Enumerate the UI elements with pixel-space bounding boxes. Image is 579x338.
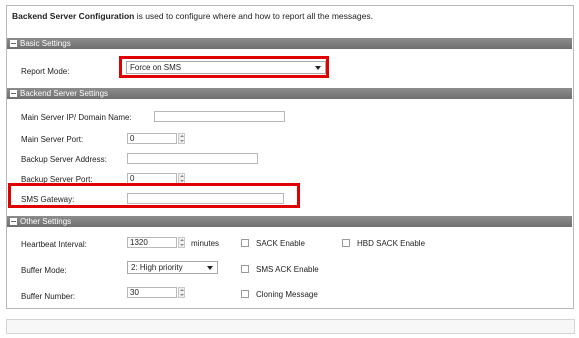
sms-gateway-input[interactable] bbox=[127, 193, 284, 204]
spinner-icon[interactable] bbox=[178, 287, 185, 298]
main-server-ip-label: Main Server IP/ Domain Name: bbox=[21, 113, 132, 122]
cloning-message-label: Cloning Message bbox=[256, 290, 318, 299]
report-mode-label: Report Mode: bbox=[21, 67, 70, 76]
section-title: Backend Server Settings bbox=[20, 89, 109, 98]
buffer-mode-label: Buffer Mode: bbox=[21, 266, 67, 275]
chevron-down-icon bbox=[207, 266, 213, 270]
buffer-number-input[interactable]: 30 bbox=[127, 287, 177, 298]
intro-title: Backend Server Configuration bbox=[12, 11, 135, 21]
heartbeat-interval-label: Heartbeat Interval: bbox=[21, 240, 87, 249]
sack-enable-label: SACK Enable bbox=[256, 239, 305, 248]
backup-server-address-input[interactable] bbox=[127, 153, 258, 164]
intro-text: Backend Server Configuration is used to … bbox=[12, 11, 373, 21]
report-mode-select[interactable]: Force on SMS bbox=[126, 61, 326, 74]
main-server-port-label: Main Server Port: bbox=[21, 135, 84, 144]
chevron-down-icon bbox=[315, 66, 321, 70]
backup-server-address-label: Backup Server Address: bbox=[21, 155, 107, 164]
buffer-mode-value: 2: High priority bbox=[131, 263, 183, 272]
cloning-message-checkbox[interactable] bbox=[241, 290, 249, 298]
sms-ack-enable-label: SMS ACK Enable bbox=[256, 265, 319, 274]
bottom-toolbar bbox=[6, 319, 575, 334]
main-server-ip-input[interactable] bbox=[154, 111, 285, 122]
section-other-settings[interactable]: Other Settings bbox=[7, 216, 572, 227]
buffer-number-label: Buffer Number: bbox=[21, 292, 76, 301]
collapse-icon[interactable] bbox=[10, 218, 17, 225]
sms-gateway-label: SMS Gateway: bbox=[21, 195, 75, 204]
section-title: Other Settings bbox=[20, 217, 72, 226]
section-backend-server-settings[interactable]: Backend Server Settings bbox=[7, 88, 572, 99]
spinner-icon[interactable] bbox=[178, 237, 185, 248]
sms-ack-enable-checkbox[interactable] bbox=[241, 265, 249, 273]
heartbeat-interval-input[interactable]: 1320 bbox=[127, 237, 177, 248]
report-mode-value: Force on SMS bbox=[130, 63, 182, 72]
collapse-icon[interactable] bbox=[10, 40, 17, 47]
main-server-port-input[interactable]: 0 bbox=[127, 133, 177, 144]
spinner-icon[interactable] bbox=[178, 133, 185, 144]
heartbeat-unit: minutes bbox=[191, 239, 220, 248]
intro-description: is used to configure where and how to re… bbox=[134, 11, 373, 21]
hbd-sack-enable-checkbox[interactable] bbox=[342, 239, 350, 247]
section-title: Basic Settings bbox=[20, 39, 71, 48]
hbd-sack-enable-label: HBD SACK Enable bbox=[357, 239, 426, 248]
buffer-mode-select[interactable]: 2: High priority bbox=[127, 261, 218, 274]
collapse-icon[interactable] bbox=[10, 90, 17, 97]
section-basic-settings[interactable]: Basic Settings bbox=[7, 38, 572, 49]
sack-enable-checkbox[interactable] bbox=[241, 239, 249, 247]
